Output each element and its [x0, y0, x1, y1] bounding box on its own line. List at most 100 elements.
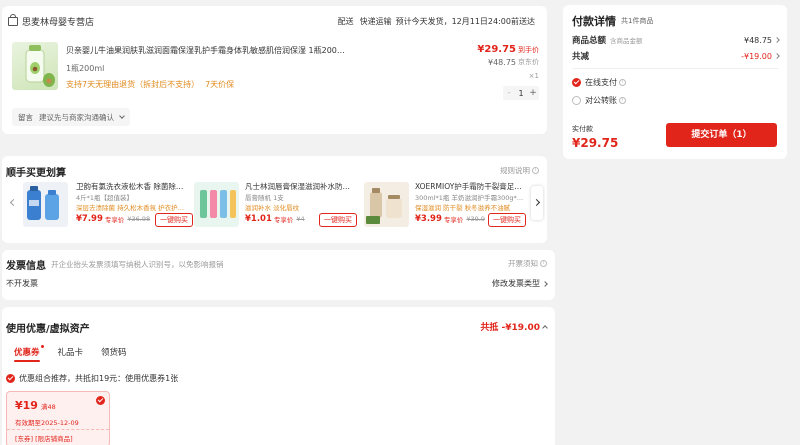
addon-item-price-3: ¥3.99: [415, 214, 442, 224]
product-original-row: ¥48.75 京东价: [488, 57, 539, 67]
tab-active-underline: [14, 360, 40, 362]
coupon-total: 共抵 -¥19.00: [480, 323, 540, 333]
tab-gift-cards[interactable]: 礼品卡: [58, 346, 84, 362]
addon-item-title-2[interactable]: 凡士林润唇膏保湿滋润补水防干裂: [245, 181, 355, 192]
quantity-plus-button[interactable]: +: [527, 88, 539, 98]
info-icon: i: [540, 260, 547, 267]
addon-item-spec-3: 300ml*1瓶 羊奶滋润护手霜300g*1瓶: [415, 194, 527, 202]
invoice-notice-link[interactable]: 开票须知 i: [508, 258, 547, 269]
coupon-amount-row: ¥19 满48: [15, 399, 56, 412]
invoice-header: 发票信息 开企业抬头发票须填写纳税人识别号，以免影响报销: [6, 257, 224, 272]
payment-card: 付款详情 共1件商品 商品总额 含商品金额 ¥48.75 共减 -¥19.00 …: [563, 5, 787, 159]
store-header: 思麦林母婴专营店: [8, 14, 94, 28]
addon-item-price-row-2: ¥1.01 专享价 ¥4: [245, 214, 305, 224]
addon-item-price-tag-2: 专享价: [273, 216, 294, 224]
addon-buy-button-1[interactable]: 一键购买: [155, 213, 193, 227]
store-order-card: 思麦林母婴专营店 配送 快递运输 预计今天发货，12月11日24:00前送达 贝…: [2, 6, 547, 134]
coupon-recommend-row[interactable]: 优惠组合推荐，共抵扣19元：使用优惠券1张: [6, 373, 178, 384]
addon-item-image-1[interactable]: [23, 182, 68, 227]
coupon-section-title: 使用优惠/虚拟资产: [6, 324, 90, 335]
price-guarantee: 7天价保: [205, 80, 235, 89]
quantity-stepper: - 1 +: [503, 86, 539, 100]
chevron-right-icon[interactable]: [774, 53, 780, 59]
checked-icon: [6, 374, 15, 383]
quantity-value[interactable]: 1: [515, 89, 527, 98]
product-quantity-label: ×1: [528, 72, 539, 80]
coupon-card: 使用优惠/虚拟资产 共抵 -¥19.00 优惠券 礼品卡 领货码 优惠组合推荐，…: [2, 307, 555, 445]
discount-value: -¥19.00: [741, 51, 772, 61]
addon-rules-link[interactable]: 规则说明 i: [500, 165, 539, 176]
addon-item-tag-1: 深层去渍除菌 持久松木香氛 护衣护色无: [76, 204, 186, 212]
product-bottle-illustration: [25, 45, 55, 87]
addon-next-button[interactable]: [531, 186, 543, 220]
pay-method-transfer[interactable]: 对公转账 i: [572, 95, 626, 106]
addon-item-tag-3: 保湿滋润 防干裂 秋冬滋养不油腻: [415, 204, 511, 212]
tab-gift-cards-label: 礼品卡: [57, 348, 84, 358]
actual-pay-value: ¥29.75: [572, 136, 619, 150]
shipping-info: 配送 快递运输 预计今天发货，12月11日24:00前送达: [338, 16, 535, 27]
invoice-change-link[interactable]: 修改发票类型: [492, 278, 548, 289]
addon-card: 顺手买更划算 规则说明 i 卫韵有氯洗衣液松木香 除菌除螨除 4斤*1瓶【超值装…: [2, 156, 547, 243]
tab-active-dot: [40, 345, 44, 348]
coupon-total-row[interactable]: 共抵 -¥19.00: [480, 320, 548, 333]
chevron-right-icon: [542, 280, 548, 287]
addon-item-image-3[interactable]: [364, 182, 409, 227]
pay-method-online[interactable]: 在线支付 i: [572, 77, 626, 88]
product-price-row: ¥29.75 到手价: [477, 44, 539, 55]
tab-redeem-codes-label: 领货码: [101, 348, 127, 358]
coupon-validity: 有效期至2025-12-09: [15, 419, 79, 427]
payment-count: 共1件商品: [621, 17, 654, 25]
product-title[interactable]: 贝亲婴儿牛油果润肤乳滋润面霜保湿乳护手霜身体乳敏感肌倍润保湿 1瓶200ml: [66, 45, 346, 56]
chevron-left-icon[interactable]: [9, 198, 18, 207]
tab-coupons-label: 优惠券: [14, 348, 40, 358]
addon-item-price-2: ¥1.01: [245, 214, 272, 224]
shipping-method[interactable]: 快递运输: [360, 16, 392, 27]
submit-order-button[interactable]: 提交订单（1）: [666, 123, 777, 147]
addon-item-original-3: ¥39.9: [466, 215, 485, 223]
addon-buy-button-2[interactable]: 一键购买: [319, 213, 357, 227]
addon-buy-button-3[interactable]: 一键购买: [488, 213, 526, 227]
invoice-card: 发票信息 开企业抬头发票须填写纳税人识别号，以免影响报销 开票须知 i 不开发票…: [2, 250, 555, 300]
detergent-illustration: [27, 186, 59, 220]
addon-item-title-3[interactable]: XOERMIOY护手霜防干裂膏足裂秀: [415, 181, 527, 192]
product-image[interactable]: [12, 42, 58, 90]
addon-item-title-1[interactable]: 卫韵有氯洗衣液松木香 除菌除螨除: [76, 181, 186, 192]
coupon-amount: ¥19: [15, 399, 38, 412]
addon-item-price-row-3: ¥3.99 专享价 ¥39.9: [415, 214, 485, 224]
coupon-ticket[interactable]: ¥19 满48 有效期至2025-12-09 [东券] [限店铺商品]: [6, 391, 110, 445]
goods-total-label: 商品总额: [572, 36, 607, 46]
info-icon: i: [619, 97, 626, 104]
store-name[interactable]: 思麦林母婴专营店: [22, 15, 94, 28]
addon-item-price-tag-1: 专享价: [104, 216, 125, 224]
invoice-change-text: 修改发票类型: [492, 279, 540, 288]
tab-coupons[interactable]: 优惠券: [14, 345, 44, 362]
addon-item-price-row-1: ¥7.99 专享价 ¥36.98: [76, 214, 150, 224]
shipping-label: 配送: [337, 17, 354, 26]
addon-item-price-tag-3: 专享价: [443, 216, 464, 224]
addon-item-original-1: ¥36.98: [127, 215, 151, 223]
radio-online-icon: [572, 78, 581, 87]
product-spec: 1瓶200ml: [66, 64, 105, 73]
store-icon: [8, 14, 18, 26]
payment-header: 付款详情 共1件商品: [572, 13, 653, 29]
coupon-selected-icon: [96, 396, 105, 405]
product-price-tag: 到手价: [518, 45, 539, 54]
pay-method-online-label: 在线支付: [585, 78, 617, 87]
quantity-minus-button[interactable]: -: [503, 88, 515, 98]
discount-row: 共减 -¥19.00: [572, 50, 780, 62]
message-placeholder: 建议先与商家沟通确认: [39, 112, 114, 122]
addon-item-spec-2: 唇膏随机 1支: [245, 194, 284, 202]
product-price: ¥29.75: [477, 44, 516, 55]
invoice-notice-text: 开票须知: [508, 259, 538, 268]
message-field[interactable]: 留言 建议先与商家沟通确认: [12, 108, 130, 126]
tab-redeem-codes[interactable]: 领货码: [101, 346, 127, 362]
goods-total-row: 商品总额 含商品金额 ¥48.75: [572, 34, 780, 46]
addon-item-price-1: ¥7.99: [76, 214, 103, 224]
goods-total-value: ¥48.75: [744, 35, 772, 45]
actual-pay-label: 实付款: [572, 125, 593, 133]
addon-item-image-2[interactable]: [194, 182, 239, 227]
chevron-right-icon[interactable]: [774, 37, 780, 43]
addon-rules-text: 规则说明: [500, 166, 530, 175]
hand-cream-illustration: [366, 188, 402, 224]
payment-title: 付款详情: [572, 15, 616, 28]
